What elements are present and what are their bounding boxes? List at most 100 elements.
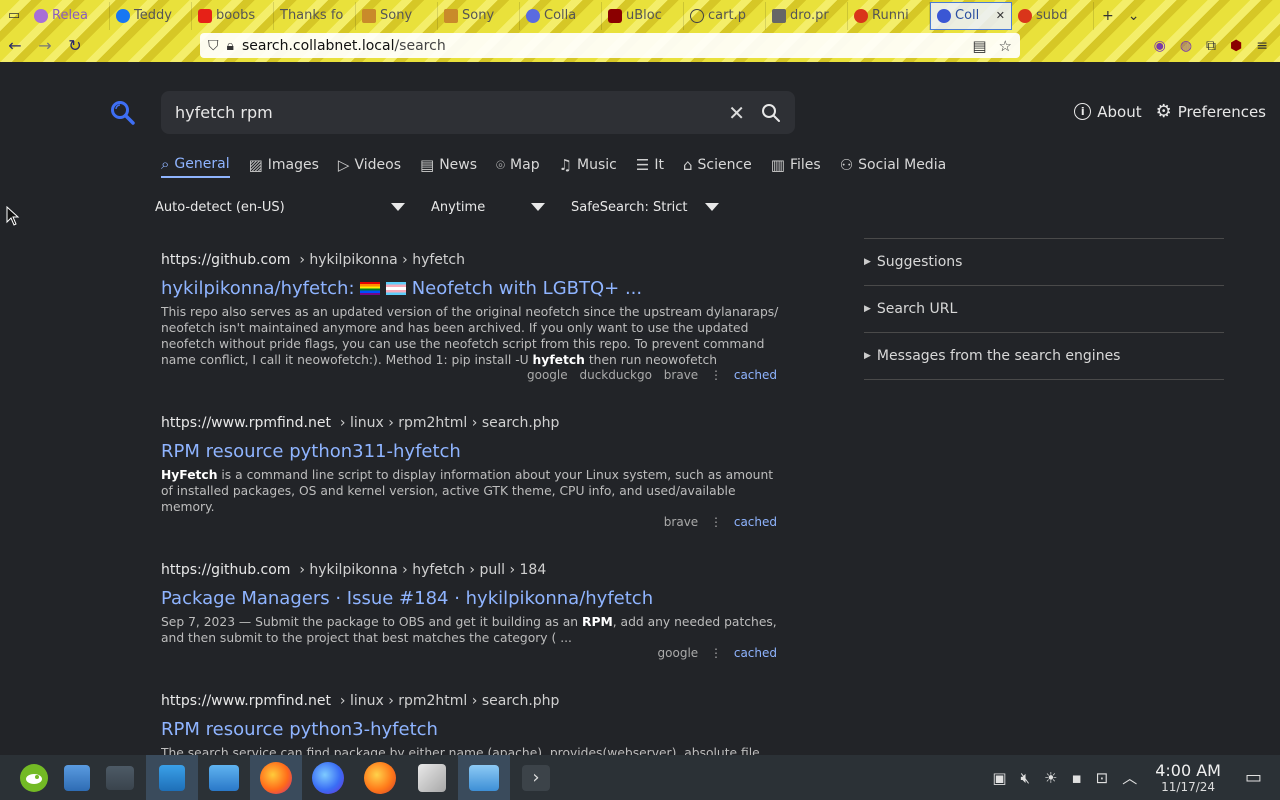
clipboard-icon[interactable]: ▣ [992, 769, 1006, 787]
shield-icon[interactable]: ⛉ [208, 38, 219, 54]
browser-tab[interactable]: uBloc [602, 1, 684, 30]
time-range-select[interactable]: Anytime [431, 196, 545, 218]
cached-link[interactable]: cached [734, 515, 777, 529]
chevron-down-icon[interactable]: ⌄ [1128, 8, 1140, 24]
search-icon: ⌕ [161, 155, 170, 173]
text-editor-icon[interactable] [406, 755, 458, 800]
tab-social-media[interactable]: ⚇ Social Media [840, 152, 946, 178]
reader-view-icon[interactable]: ▤ [972, 37, 986, 55]
search-result: https://github.com › hykilpikonna › hyfe… [161, 252, 781, 384]
show-desktop-icon[interactable]: ▭ [1245, 767, 1262, 788]
info-icon: i [1074, 103, 1092, 120]
pocket-icon[interactable]: ◉ [1154, 38, 1166, 54]
browser-tab-active[interactable]: Coll ✕ [930, 1, 1012, 30]
triangle-right-icon: ▶ [864, 257, 871, 267]
bookmark-star-icon[interactable]: ☆ [999, 37, 1012, 55]
discover-icon[interactable] [146, 755, 198, 800]
browser-tab[interactable]: Sony [356, 1, 438, 30]
safesearch-select[interactable]: SafeSearch: Strict [571, 196, 719, 218]
url-bar[interactable]: ⛉ 🔒︎ search.collabnet.local/search ▤ ☆ [200, 33, 1020, 58]
image-icon: ▨ [248, 156, 263, 174]
chevron-down-icon [391, 203, 405, 211]
browser-chrome: ▭ Relea Teddy boobs Thanks fo Sony Sony … [0, 0, 1280, 62]
cached-link[interactable]: cached [734, 646, 777, 660]
forward-icon[interactable]: → [30, 31, 60, 60]
folder-icon [209, 764, 239, 791]
language-select[interactable]: Auto-detect (en-US) [155, 196, 405, 218]
tab-science[interactable]: ⌂ Science [683, 152, 752, 178]
browser-tab[interactable]: boobs [192, 1, 274, 30]
account-icon[interactable]: ◍ [1180, 38, 1192, 54]
settings-icon [106, 765, 134, 790]
clear-icon[interactable]: ✕ [728, 101, 745, 125]
reload-icon[interactable]: ↻ [60, 31, 90, 60]
result-url[interactable]: https://www.rpmfind.net › linux › rpm2ht… [161, 415, 781, 435]
result-title[interactable]: hykilpikonna/hyfetch: Neofetch with LGBT… [161, 278, 781, 300]
result-title[interactable]: RPM resource python3-hyfetch [161, 719, 781, 741]
tab-map[interactable]: ⌾ Map [496, 152, 540, 178]
close-tab-icon[interactable]: ✕ [996, 9, 1005, 22]
result-title[interactable]: Package Managers · Issue #184 · hykilpik… [161, 588, 781, 610]
file-manager-icon[interactable] [198, 755, 250, 800]
people-icon: ⚇ [839, 156, 854, 174]
network-icon[interactable]: ⊡ [1096, 769, 1109, 787]
lock-icon[interactable]: 🔒︎ [227, 38, 234, 54]
tab-general[interactable]: ⌕ General [161, 152, 230, 178]
extensions-icon[interactable]: ⧉ [1206, 38, 1216, 54]
browser-tab[interactable]: cart.p [684, 1, 766, 30]
app-launcher-icon[interactable] [8, 755, 60, 800]
menu-icon[interactable]: ≡ [1256, 38, 1268, 54]
browser-tab[interactable]: Runni [848, 1, 930, 30]
searx-logo-icon[interactable] [110, 100, 136, 126]
system-tray: ▣ 🔇︎ ☀ ▪ ⊡ ︿ 4:00 AM 11/17/24 ▭ [992, 755, 1262, 800]
save-icon[interactable]: ▪ [1071, 769, 1081, 787]
tab-images[interactable]: ▨ Images [249, 152, 319, 178]
result-url[interactable]: https://github.com › hykilpikonna › hyfe… [161, 252, 781, 272]
results-list: https://github.com › hykilpikonna › hyfe… [161, 252, 781, 765]
engine-messages-toggle[interactable]: ▶ Messages from the search engines [864, 333, 1224, 380]
firefox-dev-icon[interactable] [302, 755, 354, 800]
cached-link[interactable]: cached [734, 368, 777, 382]
triangle-right-icon: ▶ [864, 351, 871, 361]
search-icon [526, 8, 540, 23]
firefox-esr-icon[interactable] [354, 755, 406, 800]
terminal-icon[interactable]: › [510, 755, 562, 800]
system-settings-icon[interactable] [94, 755, 146, 800]
result-url[interactable]: https://github.com › hykilpikonna › hyfe… [161, 562, 781, 582]
map-pin-icon: ⌾ [496, 156, 506, 174]
preferences-link[interactable]: ⚙ Preferences [1156, 101, 1266, 122]
result-url[interactable]: https://www.rpmfind.net › linux › rpm2ht… [161, 693, 781, 713]
firefox-developer-icon [312, 761, 344, 794]
tab-files[interactable]: ▥ Files [771, 152, 821, 178]
browser-tab[interactable]: Thanks fo [274, 1, 356, 30]
chevron-up-icon[interactable]: ︿ [1122, 767, 1137, 788]
search-url-toggle[interactable]: ▶ Search URL [864, 286, 1224, 333]
volume-muted-icon[interactable]: 🔇︎ [1021, 769, 1030, 787]
bag-icon [362, 8, 376, 23]
new-tab-icon[interactable]: + [1102, 8, 1114, 24]
browser-tab[interactable]: Sony [438, 1, 520, 30]
tab-videos[interactable]: ▷ Videos [338, 152, 401, 178]
result-title[interactable]: RPM resource python311-hyfetch [161, 441, 781, 463]
about-link[interactable]: i About [1074, 103, 1142, 121]
browser-tab[interactable]: dro.pr [766, 1, 848, 30]
browser-tab[interactable]: Teddy [110, 1, 192, 30]
search-input[interactable] [175, 103, 729, 122]
tab-news[interactable]: ▤ News [420, 152, 477, 178]
browser-tab[interactable]: subd [1012, 1, 1094, 30]
url-text[interactable]: search.collabnet.local/search [242, 38, 964, 54]
ublock-icon[interactable]: ⬢ [1230, 38, 1242, 54]
tab-it[interactable]: ☰ It [636, 152, 664, 178]
search-icon[interactable] [761, 103, 781, 123]
desktop-icon[interactable] [60, 755, 94, 800]
tab-list-icon[interactable]: ▭ [0, 0, 28, 31]
suggestions-toggle[interactable]: ▶ Suggestions [864, 239, 1224, 286]
firefox-icon[interactable] [250, 755, 302, 800]
file-manager-window-icon[interactable] [458, 755, 510, 800]
tab-music[interactable]: ♫ Music [559, 152, 617, 178]
back-icon[interactable]: ← [0, 31, 30, 60]
browser-tab[interactable]: Relea [28, 1, 110, 30]
browser-tab[interactable]: Colla [520, 1, 602, 30]
brightness-icon[interactable]: ☀ [1044, 769, 1057, 787]
clock[interactable]: 4:00 AM 11/17/24 [1155, 762, 1221, 793]
